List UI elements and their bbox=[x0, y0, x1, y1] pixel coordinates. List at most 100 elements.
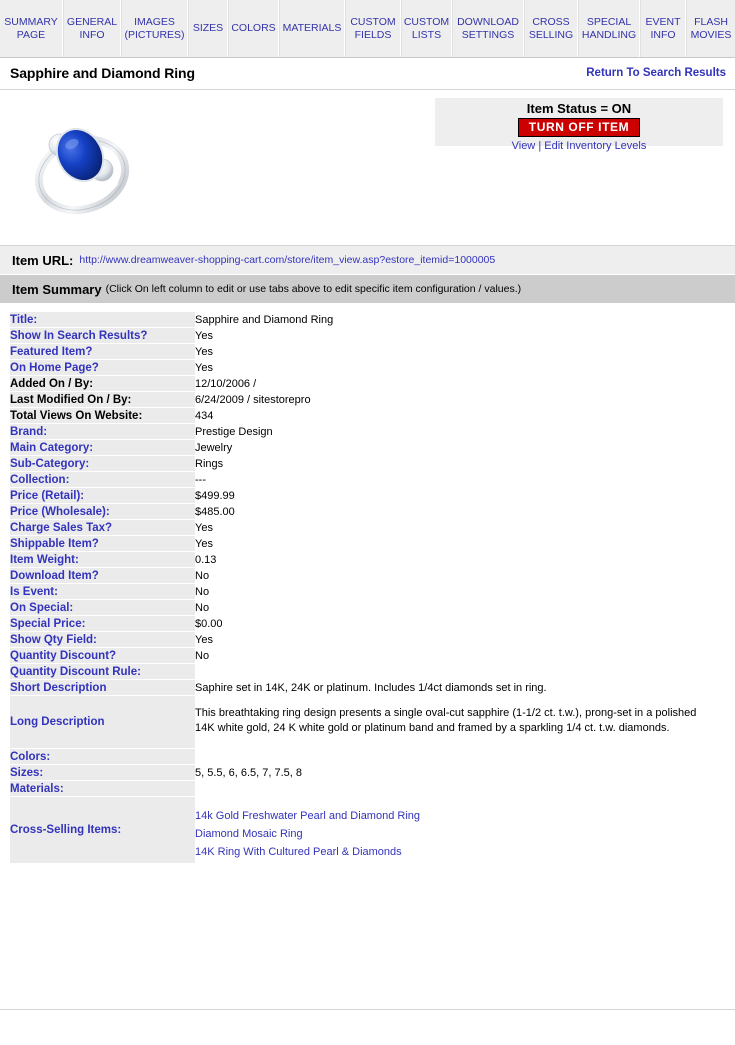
detail-value: Yes bbox=[195, 519, 725, 536]
detail-row: Is Event: No bbox=[10, 583, 725, 600]
tab-general-info[interactable]: GENERAL INFO bbox=[63, 0, 121, 57]
detail-label[interactable]: Main Category: bbox=[10, 439, 195, 456]
tab-event-info[interactable]: EVENT INFO bbox=[640, 0, 686, 57]
detail-value: Rings bbox=[195, 455, 725, 472]
tab-materials[interactable]: MATERIALS bbox=[279, 0, 345, 57]
detail-label[interactable]: Collection: bbox=[10, 471, 195, 488]
title-row: Sapphire and Diamond Ring Return To Sear… bbox=[0, 58, 735, 90]
tab-sizes[interactable]: SIZES bbox=[188, 0, 228, 57]
detail-label[interactable]: Is Event: bbox=[10, 583, 195, 600]
item-url-label: Item URL: bbox=[12, 252, 74, 268]
detail-row: Quantity Discount Rule: bbox=[10, 663, 725, 680]
detail-label[interactable]: Short Description bbox=[10, 679, 195, 696]
detail-label[interactable]: On Home Page? bbox=[10, 359, 195, 376]
detail-row: Show Qty Field: Yes bbox=[10, 631, 725, 648]
detail-value: This breathtaking ring design presents a… bbox=[195, 695, 725, 749]
detail-value bbox=[195, 748, 725, 765]
detail-value: 14k Gold Freshwater Pearl and Diamond Ri… bbox=[195, 796, 725, 864]
detail-label[interactable]: Download Item? bbox=[10, 567, 195, 584]
tab-flash-movies[interactable]: FLASH MOVIES bbox=[686, 0, 735, 57]
detail-value: No bbox=[195, 647, 725, 664]
detail-row: Price (Wholesale): $485.00 bbox=[10, 503, 725, 520]
detail-row: Shippable Item? Yes bbox=[10, 535, 725, 552]
item-summary-title: Item Summary bbox=[12, 281, 102, 297]
cross-sell-link[interactable]: 14K Ring With Cultured Pearl & Diamonds bbox=[195, 843, 725, 861]
detail-label[interactable]: Materials: bbox=[10, 780, 195, 797]
link-separator: | bbox=[538, 140, 542, 152]
detail-label: Added On / By: bbox=[10, 375, 195, 392]
detail-label[interactable]: Brand: bbox=[10, 423, 195, 440]
detail-label[interactable]: Quantity Discount Rule: bbox=[10, 663, 195, 680]
detail-value: 434 bbox=[195, 407, 725, 424]
item-hero-area: Item Status = ON TURN OFF ITEM View | Ed… bbox=[0, 90, 735, 246]
return-to-search-results-link[interactable]: Return To Search Results bbox=[586, 67, 726, 79]
detail-label[interactable]: Sub-Category: bbox=[10, 455, 195, 472]
detail-label[interactable]: Sizes: bbox=[10, 764, 195, 781]
detail-value: $485.00 bbox=[195, 503, 725, 520]
detail-row: Item Weight: 0.13 bbox=[10, 551, 725, 568]
detail-row: Materials: bbox=[10, 780, 725, 797]
detail-row: Colors: bbox=[10, 748, 725, 765]
detail-value bbox=[195, 780, 725, 797]
detail-row: On Home Page? Yes bbox=[10, 359, 725, 376]
detail-label[interactable]: Title: bbox=[10, 312, 195, 328]
detail-label[interactable]: Cross-Selling Items: bbox=[10, 796, 195, 864]
detail-value: No bbox=[195, 583, 725, 600]
detail-row: Download Item? No bbox=[10, 567, 725, 584]
detail-row: Total Views On Website: 434 bbox=[10, 407, 725, 424]
edit-inventory-levels-link[interactable]: Edit Inventory Levels bbox=[544, 140, 646, 152]
item-image[interactable] bbox=[22, 113, 148, 217]
tab-custom-lists[interactable]: CUSTOM LISTS bbox=[401, 0, 452, 57]
detail-value: Jewelry bbox=[195, 439, 725, 456]
detail-label[interactable]: Quantity Discount? bbox=[10, 647, 195, 664]
detail-label[interactable]: Item Weight: bbox=[10, 551, 195, 568]
item-summary-table-wrap: Title: Sapphire and Diamond Ring Show In S… bbox=[0, 303, 735, 1010]
turn-off-item-button[interactable]: TURN OFF ITEM bbox=[517, 118, 641, 137]
tab-images-pictures[interactable]: IMAGES (PICTURES) bbox=[121, 0, 188, 57]
detail-label[interactable]: Featured Item? bbox=[10, 343, 195, 360]
tab-colors[interactable]: COLORS bbox=[228, 0, 279, 57]
detail-row: Sub-Category: Rings bbox=[10, 455, 725, 472]
detail-label[interactable]: Long Description bbox=[10, 695, 195, 749]
detail-value: Prestige Design bbox=[195, 423, 725, 440]
detail-value: 6/24/2009 / sitestorepro bbox=[195, 391, 725, 408]
page-title: Sapphire and Diamond Ring bbox=[10, 65, 195, 81]
detail-label[interactable]: On Special: bbox=[10, 599, 195, 616]
item-url-link[interactable]: http://www.dreamweaver-shopping-cart.com… bbox=[79, 254, 495, 266]
detail-value: $499.99 bbox=[195, 487, 725, 504]
detail-row: Main Category: Jewelry bbox=[10, 439, 725, 456]
inventory-links: View | Edit Inventory Levels bbox=[435, 140, 723, 153]
tab-cross-selling[interactable]: CROSS SELLING bbox=[524, 0, 578, 57]
cross-sell-link[interactable]: Diamond Mosaic Ring bbox=[195, 825, 725, 843]
detail-value: Yes bbox=[195, 535, 725, 552]
detail-value: Saphire set in 14K, 24K or platinum. Inc… bbox=[195, 679, 725, 696]
detail-label[interactable]: Shippable Item? bbox=[10, 535, 195, 552]
detail-label[interactable]: Show Qty Field: bbox=[10, 631, 195, 648]
detail-label[interactable]: Price (Wholesale): bbox=[10, 503, 195, 520]
view-inventory-link[interactable]: View bbox=[512, 140, 536, 152]
tab-bar: SUMMARY PAGE GENERAL INFO IMAGES (PICTURES… bbox=[0, 0, 735, 58]
detail-label[interactable]: Show In Search Results? bbox=[10, 327, 195, 344]
detail-row: Show In Search Results? Yes bbox=[10, 327, 725, 344]
item-summary-table-body: Title: Sapphire and Diamond Ring Show In S… bbox=[10, 312, 725, 864]
tab-download-settings[interactable]: DOWNLOAD SETTINGS bbox=[452, 0, 524, 57]
detail-row: Short Description Saphire set in 14K, 24K… bbox=[10, 679, 725, 696]
detail-label[interactable]: Special Price: bbox=[10, 615, 195, 632]
detail-value: --- bbox=[195, 471, 725, 488]
detail-value: No bbox=[195, 599, 725, 616]
cross-sell-link[interactable]: 14k Gold Freshwater Pearl and Diamond Ri… bbox=[195, 807, 725, 825]
detail-label[interactable]: Price (Retail): bbox=[10, 487, 195, 504]
detail-row: Last Modified On / By: 6/24/2009 / sitest… bbox=[10, 391, 725, 408]
tab-summary-page[interactable]: SUMMARY PAGE bbox=[0, 0, 63, 57]
detail-value: Sapphire and Diamond Ring bbox=[195, 312, 725, 328]
detail-row: Long Description This breathtaking ring d… bbox=[10, 695, 725, 749]
detail-label[interactable]: Colors: bbox=[10, 748, 195, 765]
tab-special-handling[interactable]: SPECIAL HANDLING bbox=[578, 0, 640, 57]
detail-value: Yes bbox=[195, 631, 725, 648]
item-summary-band: Item Summary (Click On left column to ed… bbox=[0, 275, 735, 303]
detail-label[interactable]: Charge Sales Tax? bbox=[10, 519, 195, 536]
tab-custom-fields[interactable]: CUSTOM FIELDS bbox=[345, 0, 401, 57]
detail-row: On Special: No bbox=[10, 599, 725, 616]
detail-row: Featured Item? Yes bbox=[10, 343, 725, 360]
detail-value: $0.00 bbox=[195, 615, 725, 632]
